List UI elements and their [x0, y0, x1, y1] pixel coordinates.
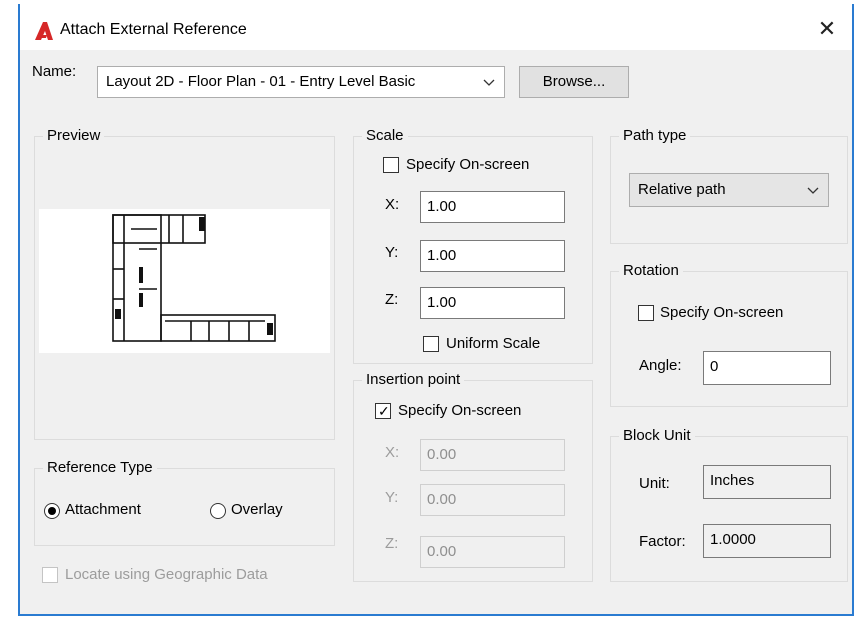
reference-type-group: Reference Type Attachment Overlay: [34, 459, 335, 546]
scale-z-value: 1.00: [427, 294, 457, 311]
scale-y-input[interactable]: 1.00: [420, 240, 565, 272]
angle-value: 0: [710, 358, 719, 375]
browse-button-label: Browse...: [542, 73, 606, 90]
insertion-specify-checkbox[interactable]: ✓: [375, 403, 391, 419]
close-button[interactable]: ✕: [812, 14, 842, 44]
rotation-specify-label: Specify On-screen: [660, 304, 784, 321]
overlay-label[interactable]: Overlay: [231, 501, 283, 518]
floor-plan-thumbnail: [112, 214, 276, 342]
factor-field: 1.0000: [703, 524, 831, 558]
scale-title: Scale: [362, 127, 408, 145]
scale-y-label: Y:: [385, 244, 399, 261]
name-label: Name:: [32, 63, 77, 80]
scale-x-label: X:: [385, 196, 400, 213]
name-dropdown-value: Layout 2D - Floor Plan - 01 - Entry Leve…: [106, 73, 416, 90]
checkmark-icon: ✓: [378, 403, 390, 419]
preview-image: [39, 209, 330, 353]
window-title: Attach External Reference: [60, 21, 247, 38]
attach-xref-dialog: Attach External Reference ✕ Name: Layout…: [18, 4, 854, 616]
radio-selected-dot: [48, 507, 56, 515]
insertion-y-input[interactable]: 0.00: [420, 484, 565, 516]
insertion-point-group: Insertion point ✓ Specify On-screen X: 0…: [353, 371, 593, 582]
rotation-specify-checkbox[interactable]: [638, 305, 654, 321]
scale-z-input[interactable]: 1.00: [420, 287, 565, 319]
block-unit-group: Block Unit Unit: Inches Factor: 1.0000: [610, 427, 848, 582]
path-type-title: Path type: [619, 127, 691, 145]
unit-value: Inches: [710, 472, 755, 489]
insertion-x-input[interactable]: 0.00: [420, 439, 565, 471]
insertion-z-label: Z:: [385, 535, 399, 552]
insertion-point-title: Insertion point: [362, 371, 465, 389]
attachment-radio[interactable]: [44, 503, 60, 519]
scale-z-label: Z:: [385, 291, 399, 308]
insertion-y-value: 0.00: [427, 491, 457, 508]
insertion-z-value: 0.00: [427, 543, 457, 560]
preview-group: Preview: [34, 127, 335, 440]
unit-label: Unit:: [639, 475, 670, 492]
overlay-radio[interactable]: [210, 503, 226, 519]
locate-geographic-label: Locate using Geographic Data: [65, 566, 268, 583]
autocad-logo-icon: [35, 22, 53, 40]
insertion-x-label: X:: [385, 444, 400, 461]
insertion-specify-label: Specify On-screen: [398, 402, 522, 419]
uniform-scale-checkbox[interactable]: [423, 336, 439, 352]
factor-label: Factor:: [639, 533, 686, 550]
path-type-group: Path type Relative path: [610, 127, 848, 244]
rotation-title: Rotation: [619, 262, 683, 280]
scale-specify-checkbox[interactable]: [383, 157, 399, 173]
unit-field: Inches: [703, 465, 831, 499]
browse-button[interactable]: Browse...: [519, 66, 629, 98]
path-type-dropdown[interactable]: Relative path: [629, 173, 829, 207]
insertion-z-input[interactable]: 0.00: [420, 536, 565, 568]
preview-title: Preview: [43, 127, 105, 145]
locate-geographic-checkbox[interactable]: [42, 567, 58, 583]
scale-x-input[interactable]: 1.00: [420, 191, 565, 223]
factor-value: 1.0000: [710, 531, 756, 548]
scale-group: Scale Specify On-screen X: 1.00 Y: 1.00 …: [353, 127, 593, 364]
scale-y-value: 1.00: [427, 247, 457, 264]
angle-label: Angle:: [639, 357, 682, 374]
block-unit-title: Block Unit: [619, 427, 695, 445]
attachment-label[interactable]: Attachment: [65, 501, 141, 518]
title-bar: Attach External Reference ✕: [20, 4, 852, 50]
insertion-x-value: 0.00: [427, 446, 457, 463]
scale-x-value: 1.00: [427, 198, 457, 215]
chevron-down-icon: [483, 79, 495, 86]
chevron-down-icon: [807, 187, 819, 194]
name-dropdown[interactable]: Layout 2D - Floor Plan - 01 - Entry Leve…: [97, 66, 505, 98]
uniform-scale-label: Uniform Scale: [446, 335, 541, 352]
rotation-group: Rotation Specify On-screen Angle: 0: [610, 262, 848, 407]
insertion-y-label: Y:: [385, 489, 399, 506]
reference-type-title: Reference Type: [43, 459, 157, 477]
close-icon: ✕: [817, 16, 837, 41]
scale-specify-label: Specify On-screen: [406, 156, 530, 173]
angle-input[interactable]: 0: [703, 351, 831, 385]
path-type-value: Relative path: [638, 181, 726, 198]
